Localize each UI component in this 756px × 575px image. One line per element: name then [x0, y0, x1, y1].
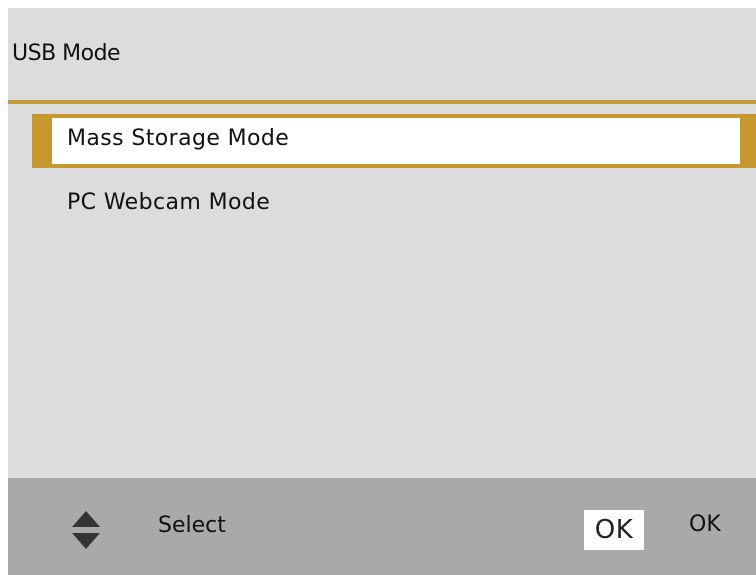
select-hint-label: Select	[158, 513, 226, 538]
ok-key-icon[interactable]: OK	[584, 510, 644, 550]
up-down-arrows-icon	[72, 511, 100, 549]
menu-item-pc-webcam[interactable]: PC Webcam Mode	[32, 178, 756, 232]
menu-item-mass-storage[interactable]: Mass Storage Mode	[32, 114, 756, 168]
menu-item-label: Mass Storage Mode	[67, 126, 290, 151]
footer-bar: Select OK OK	[8, 478, 756, 575]
header: USB Mode	[8, 8, 756, 100]
header-divider	[8, 100, 756, 104]
menu-item-label: PC Webcam Mode	[67, 190, 271, 215]
page-title: USB Mode	[12, 41, 121, 66]
ok-hint-label: OK	[689, 512, 721, 537]
usb-mode-screen: USB Mode Mass Storage Mode PC Webcam Mod…	[8, 8, 756, 575]
